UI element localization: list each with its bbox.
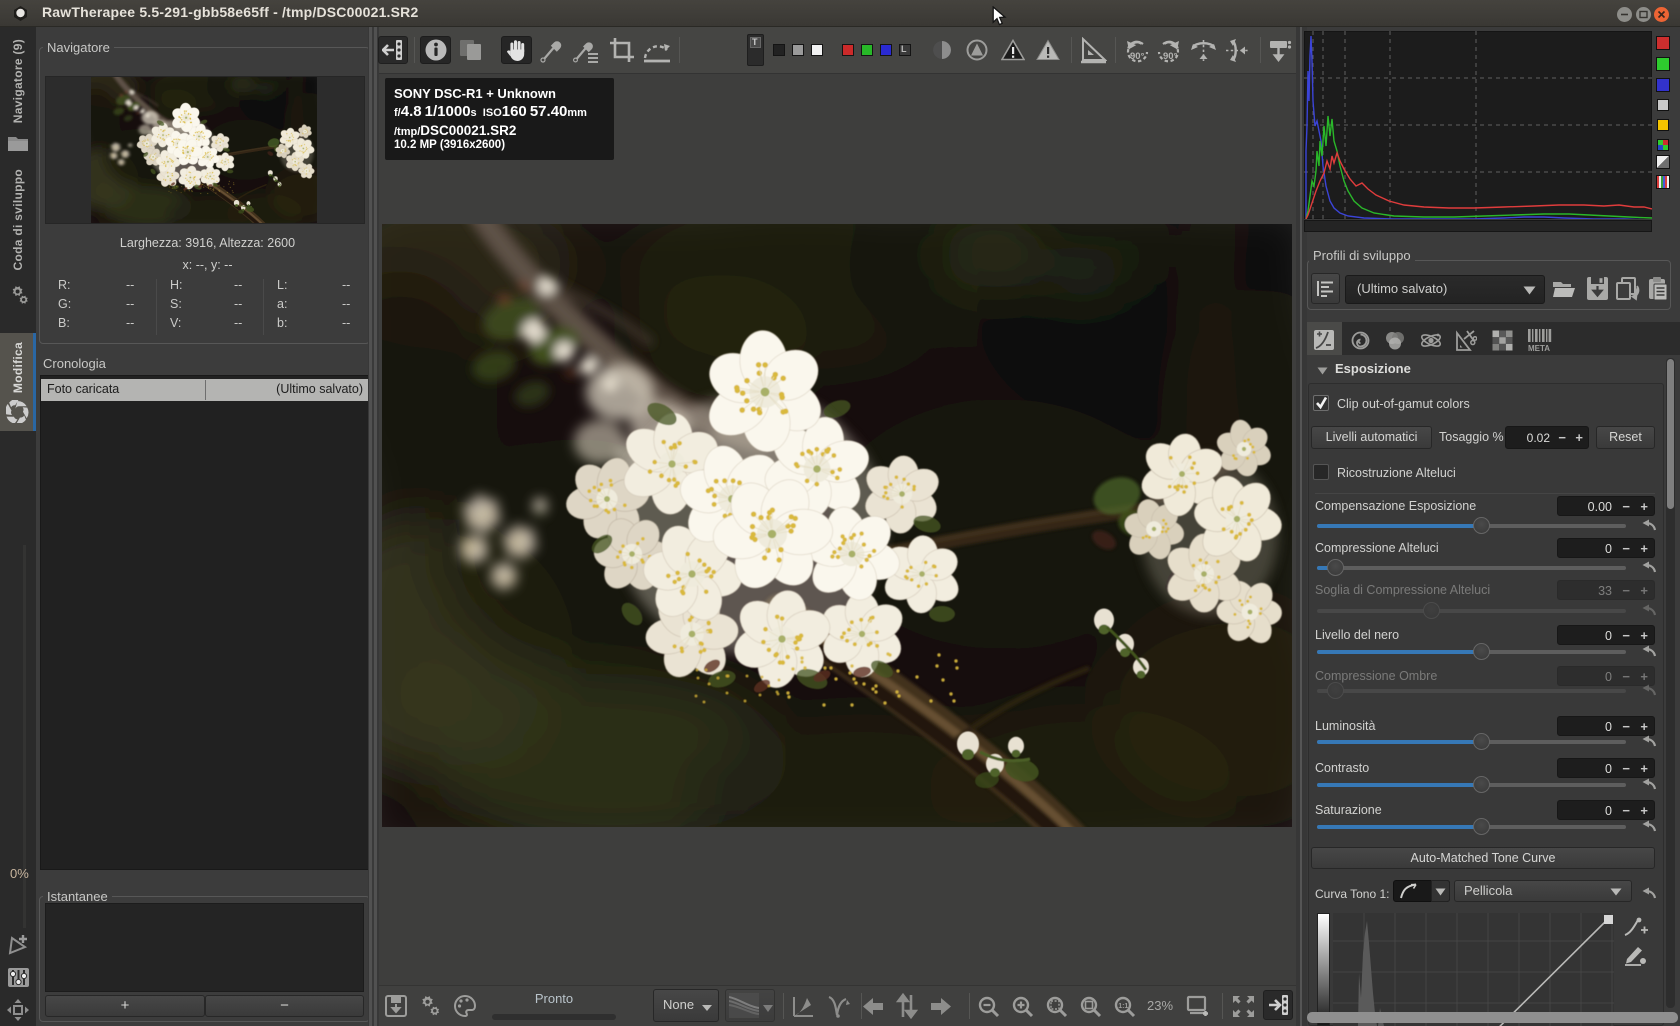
svg-text:90°: 90°	[1163, 51, 1178, 62]
svg-text:90°: 90°	[1130, 51, 1145, 62]
svg-text:1:1: 1:1	[1118, 1003, 1128, 1010]
svg-text:META: META	[1528, 344, 1550, 352]
